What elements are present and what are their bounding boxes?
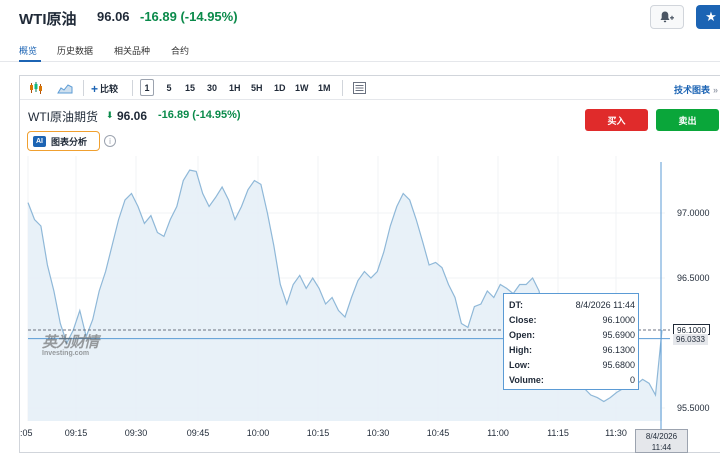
y-tick-label: 96.5000 [677,273,710,283]
tooltip-label: DT: [509,300,523,310]
y-tick-label: 97.0000 [677,208,710,218]
instrument-change: -16.89 (-14.95%) [140,9,238,24]
chart-panel: + 比较 1 5 15 30 1H 5H 1D 1W 1M 技术图表» WTI原… [19,75,720,453]
tooltip-value: 96.1000 [602,315,635,325]
tooltip-label: High: [509,345,532,355]
x-tick-label: 10:15 [307,428,330,438]
instrument-price: 96.06 [97,9,130,24]
active-tab-indicator [19,60,41,62]
tooltip-row: Open: 95.6900 [509,330,635,340]
instrument-name: WTI原油 [19,11,77,28]
ohlc-tooltip: DT: 8/4/2026 11:44 Close: 96.1000 Open: 95.… [503,293,639,390]
tooltip-value: 96.1300 [602,345,635,355]
tooltip-label: Low: [509,360,530,370]
tooltip-value: 95.6900 [602,330,635,340]
x-tick-label: 09:15 [65,428,88,438]
price-chart[interactable]: :05 09:15 09:30 09:45 10:00 10:15 10:30 10:45 11… [20,76,720,453]
tab-contracts[interactable]: 合约 [171,44,189,57]
page: WTI原油 96.06 -16.89 (-14.95%) ★ 概览 历史数据 相… [0,0,720,453]
tooltip-label: Volume: [509,375,544,385]
add-to-watchlist-button[interactable]: ★ [696,5,720,29]
x-axis-ticks: :05 09:15 09:30 09:45 10:00 10:15 10:30 10:45 11… [20,428,627,438]
x-tick-label: 10:00 [247,428,270,438]
watermark-cn: 英为财情 [42,334,99,351]
tooltip-row: Volume: 0 [509,375,635,385]
tooltip-row: Low: 95.6800 [509,360,635,370]
y-axis-ticks: 97.0000 96.5000 95.5000 [677,208,710,413]
tooltip-row: Close: 96.1000 [509,315,635,325]
x-tick-label: :05 [20,428,33,438]
crosshair-time-tag: 8/4/2026 11:44 [635,429,688,453]
tooltip-row: High: 96.1300 [509,345,635,355]
star-icon: ★ [705,9,717,24]
instrument-header: WTI原油 96.06 -16.89 (-14.95%) ★ [0,0,720,36]
x-tick-label: 11:30 [605,428,627,438]
x-tick-label: 09:30 [125,428,148,438]
tooltip-label: Close: [509,315,537,325]
bell-plus-icon [660,11,674,23]
tooltip-value: 0 [629,375,635,385]
sub-navigation: 概览 历史数据 相关品种 合约 [0,38,720,62]
crosshair-date: 8/4/2026 [645,432,678,441]
x-tick-label: 09:45 [187,428,210,438]
tab-overview[interactable]: 概览 [19,44,37,57]
x-tick-label: 11:15 [547,428,569,438]
y-tick-label: 95.5000 [677,403,710,413]
tab-related-instruments[interactable]: 相关品种 [114,44,150,57]
tooltip-label: Open: [509,330,535,340]
tooltip-row: DT: 8/4/2026 11:44 [509,300,635,310]
investing-watermark: 英为财情 Investing.com [42,331,99,357]
x-tick-label: 11:00 [487,428,509,438]
crosshair-time: 11:44 [651,443,672,452]
tab-historical-data[interactable]: 历史数据 [57,44,93,57]
x-tick-label: 10:30 [367,428,390,438]
tooltip-value: 95.6800 [602,360,635,370]
create-alert-button[interactable] [650,5,684,29]
tooltip-value: 8/4/2026 11:44 [575,300,635,310]
crosshair-price-tag: 96.0333 [673,333,708,345]
x-tick-label: 10:45 [427,428,450,438]
